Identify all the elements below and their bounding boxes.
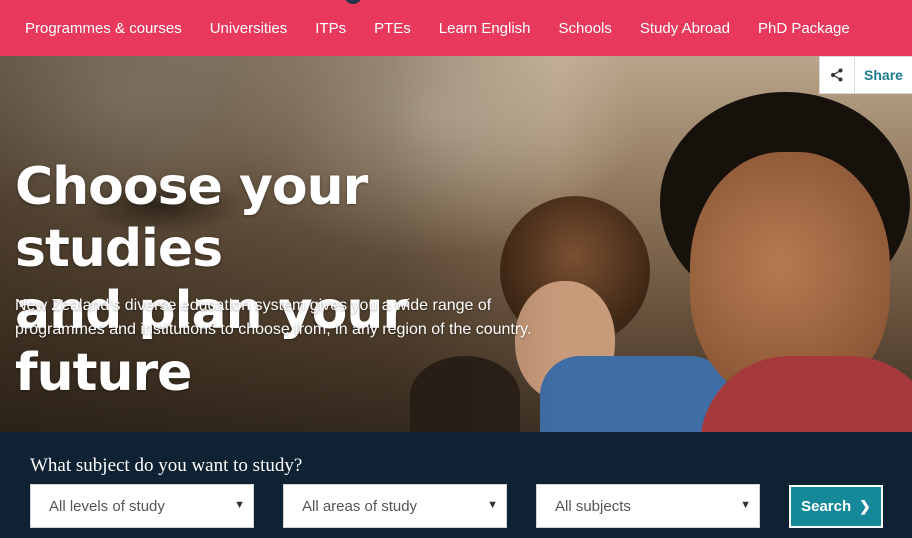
share-button[interactable]: Share [855, 57, 912, 93]
hero-title: Choose your studies and plan your future [15, 156, 575, 404]
nav-item-learn-english[interactable]: Learn English [439, 20, 531, 37]
nav-item-schools[interactable]: Schools [559, 20, 612, 37]
nav-item-itps[interactable]: ITPs [315, 20, 346, 37]
dropdown-caret-icon: ▼ [487, 499, 498, 511]
nav-item-study-abroad[interactable]: Study Abroad [640, 20, 730, 37]
area-of-study-select[interactable]: All areas of study ▼ [283, 484, 507, 528]
hero-banner: Choose your studies and plan your future… [0, 56, 912, 432]
subject-value: All subjects [555, 498, 631, 515]
search-button-label: Search [801, 498, 852, 515]
search-button[interactable]: Search ❯ [789, 485, 883, 528]
nav-item-universities[interactable]: Universities [210, 20, 288, 37]
search-heading: What subject do you want to study? [30, 455, 303, 476]
hero-title-line-1: Choose your studies [15, 157, 368, 279]
study-search-panel: What subject do you want to study? All l… [0, 432, 912, 538]
dropdown-caret-icon: ▼ [740, 499, 751, 511]
share-icon[interactable] [820, 57, 855, 93]
nav-item-phd-package[interactable]: PhD Package [758, 20, 850, 37]
dropdown-caret-icon: ▼ [234, 499, 245, 511]
chevron-right-icon: ❯ [859, 498, 871, 514]
nav-item-programmes-courses[interactable]: Programmes & courses [25, 20, 182, 37]
subject-select[interactable]: All subjects ▼ [536, 484, 760, 528]
hero-description: New Zealand's diverse education system g… [15, 297, 532, 338]
nav-item-ptes[interactable]: PTEs [374, 20, 411, 37]
level-of-study-select[interactable]: All levels of study ▼ [30, 484, 254, 528]
top-navigation: Programmes & courses Universities ITPs P… [0, 0, 912, 56]
level-of-study-value: All levels of study [49, 498, 165, 515]
area-of-study-value: All areas of study [302, 498, 418, 515]
share-widget: Share [819, 56, 912, 94]
